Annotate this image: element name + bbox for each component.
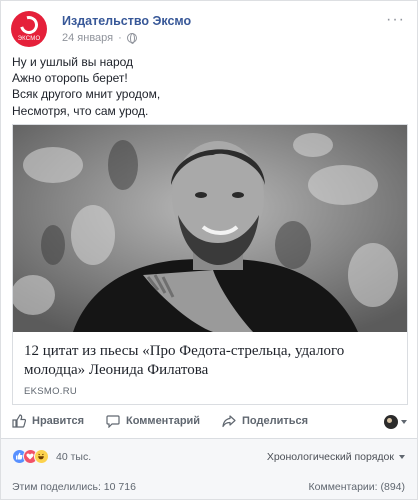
more-options-icon[interactable]: ···: [386, 11, 405, 29]
like-label: Нравится: [32, 415, 85, 427]
facebook-post: ЭКСМО Издательство Эксмо 24 января · ···…: [0, 0, 418, 500]
action-bar: Нравится Комментарий Поделиться: [1, 410, 417, 436]
article-photo[interactable]: [13, 125, 407, 332]
reaction-icons[interactable]: [12, 449, 49, 464]
reactions-bar: 40 тыс. Хронологический порядок: [1, 439, 417, 475]
page-avatar[interactable]: ЭКСМО: [11, 11, 47, 47]
comment-icon: [106, 415, 120, 428]
post-line: Ну и ушлый вы народ: [12, 55, 134, 69]
like-button[interactable]: Нравится: [12, 414, 84, 428]
reactions-count[interactable]: 40 тыс.: [56, 451, 91, 463]
share-label: Поделиться: [242, 415, 309, 427]
post-header: ЭКСМО Издательство Эксмо 24 января ·: [11, 9, 191, 49]
article-title[interactable]: 12 цитат из пьесы «Про Федота-стрельца, …: [24, 342, 394, 380]
page-name-link[interactable]: Издательство Эксмо: [62, 14, 191, 28]
post-line: Всяк другого мнит уродом,: [12, 87, 161, 102]
shares-count[interactable]: Этим поделились: 10 716: [12, 481, 136, 493]
portrait-image: [13, 125, 407, 332]
comments-count[interactable]: Комментарии: (894): [309, 481, 405, 493]
caret-down-icon: [399, 455, 405, 459]
share-icon: [222, 415, 236, 428]
share-button[interactable]: Поделиться: [222, 414, 308, 428]
haha-reaction-icon: [34, 449, 49, 464]
thumbs-up-icon: [12, 414, 26, 428]
globe-icon: [126, 33, 137, 44]
post-date[interactable]: 24 января: [62, 32, 113, 44]
post-line: Несмотря, что сам урод.: [12, 103, 149, 118]
share-comment-stats: Этим поделились: 10 716 Комментарии: (89…: [1, 475, 417, 499]
post-line: Ажно оторопь берет!: [12, 71, 128, 86]
avatar-brand-text: ЭКСМО: [17, 36, 41, 42]
link-preview-card[interactable]: 12 цитат из пьесы «Про Федота-стрельца, …: [12, 124, 408, 405]
comment-sort-dropdown[interactable]: Хронологический порядок: [267, 451, 405, 463]
sort-label: Хронологический порядок: [266, 451, 394, 463]
comment-button[interactable]: Комментарий: [106, 414, 200, 428]
post-text: Ну и ушлый вы народ Ажно оторопь берет! …: [12, 54, 160, 119]
caret-down-icon: [401, 420, 407, 424]
eksmo-logo-icon: [16, 12, 42, 38]
article-domain: EKSMO.RU: [24, 386, 78, 397]
reaction-identity-selector[interactable]: [384, 415, 407, 429]
user-avatar-icon: [384, 415, 398, 429]
comment-label: Комментарий: [126, 415, 201, 427]
separator-dot: ·: [118, 32, 122, 44]
